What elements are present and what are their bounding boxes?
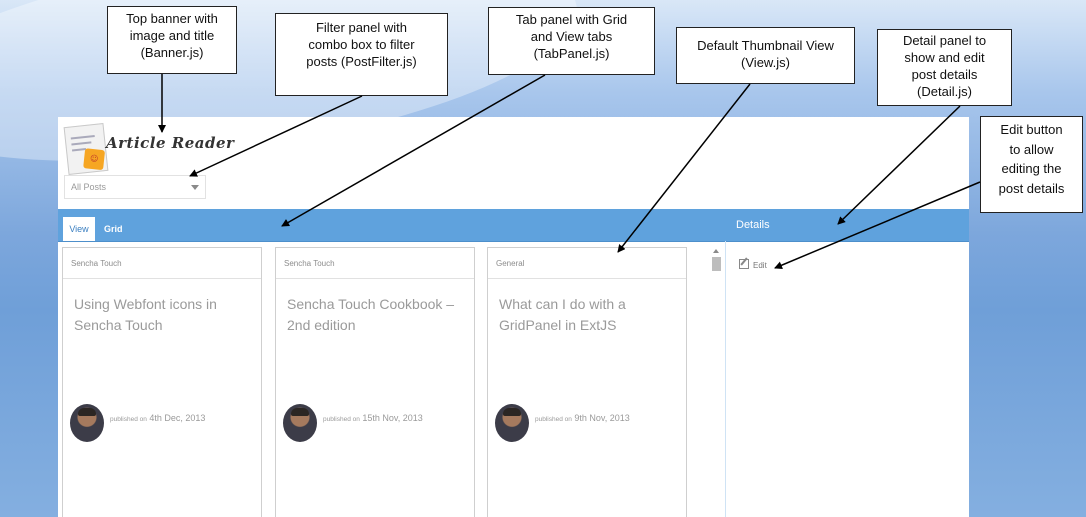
scroll-up-icon[interactable] (713, 249, 719, 253)
post-date: 9th Nov, 2013 (574, 413, 630, 423)
callout-filter-panel: Filter panel with combo box to filter po… (275, 13, 448, 96)
post-filter-value: All Posts (71, 182, 107, 192)
post-meta: published on 9th Nov, 2013 (535, 413, 630, 423)
details-panel-title: Details (736, 219, 770, 231)
callout-edit-button: Edit button to allow editing the post de… (980, 116, 1083, 213)
post-card[interactable]: Sencha Touch Sencha Touch Cookbook – 2nd… (275, 247, 475, 517)
chevron-down-icon[interactable] (191, 185, 199, 190)
detail-panel-divider (725, 241, 726, 517)
tab-bar: View Grid Details (58, 209, 969, 242)
published-prefix: published on (110, 416, 147, 423)
author-avatar (495, 404, 529, 442)
edit-label: Edit (753, 261, 767, 270)
author-avatar (70, 404, 104, 442)
edit-button[interactable]: Edit (739, 259, 767, 272)
callout-tab-panel: Tab panel with Grid and View tabs (TabPa… (488, 7, 655, 75)
post-card[interactable]: Sencha Touch Using Webfont icons in Senc… (62, 247, 262, 517)
app-title: Article Reader (106, 134, 235, 152)
article-reader-logo-icon: ☺ (63, 123, 109, 175)
post-date: 4th Dec, 2013 (149, 413, 206, 423)
app-window: ☺ Article Reader All Posts View Grid Det… (58, 117, 969, 517)
post-filter-combo[interactable]: All Posts (64, 175, 206, 199)
post-meta: published on 4th Dec, 2013 (110, 413, 205, 423)
post-title[interactable]: Using Webfont icons in Sencha Touch (74, 294, 254, 336)
post-category: Sencha Touch (63, 248, 261, 279)
callout-detail-panel: Detail panel to show and edit post detai… (877, 29, 1012, 106)
callout-banner: Top banner with image and title (Banner.… (107, 6, 237, 74)
scroll-thumb[interactable] (712, 257, 721, 271)
published-prefix: published on (535, 416, 572, 423)
post-title[interactable]: What can I do with a GridPanel in ExtJS (499, 294, 679, 336)
post-category: Sencha Touch (276, 248, 474, 279)
view-scrollbar[interactable] (709, 247, 724, 517)
post-category: General (488, 248, 686, 279)
callout-thumbnail-view: Default Thumbnail View (View.js) (676, 27, 855, 84)
author-avatar (283, 404, 317, 442)
published-prefix: published on (323, 416, 360, 423)
edit-icon[interactable] (739, 259, 749, 269)
post-card[interactable]: General What can I do with a GridPanel i… (487, 247, 687, 517)
tab-grid[interactable]: Grid (104, 217, 123, 241)
top-banner: ☺ Article Reader All Posts (58, 117, 969, 207)
post-title[interactable]: Sencha Touch Cookbook – 2nd edition (287, 294, 467, 336)
post-meta: published on 15th Nov, 2013 (323, 413, 423, 423)
post-date: 15th Nov, 2013 (362, 413, 423, 423)
tab-view[interactable]: View (63, 217, 95, 241)
